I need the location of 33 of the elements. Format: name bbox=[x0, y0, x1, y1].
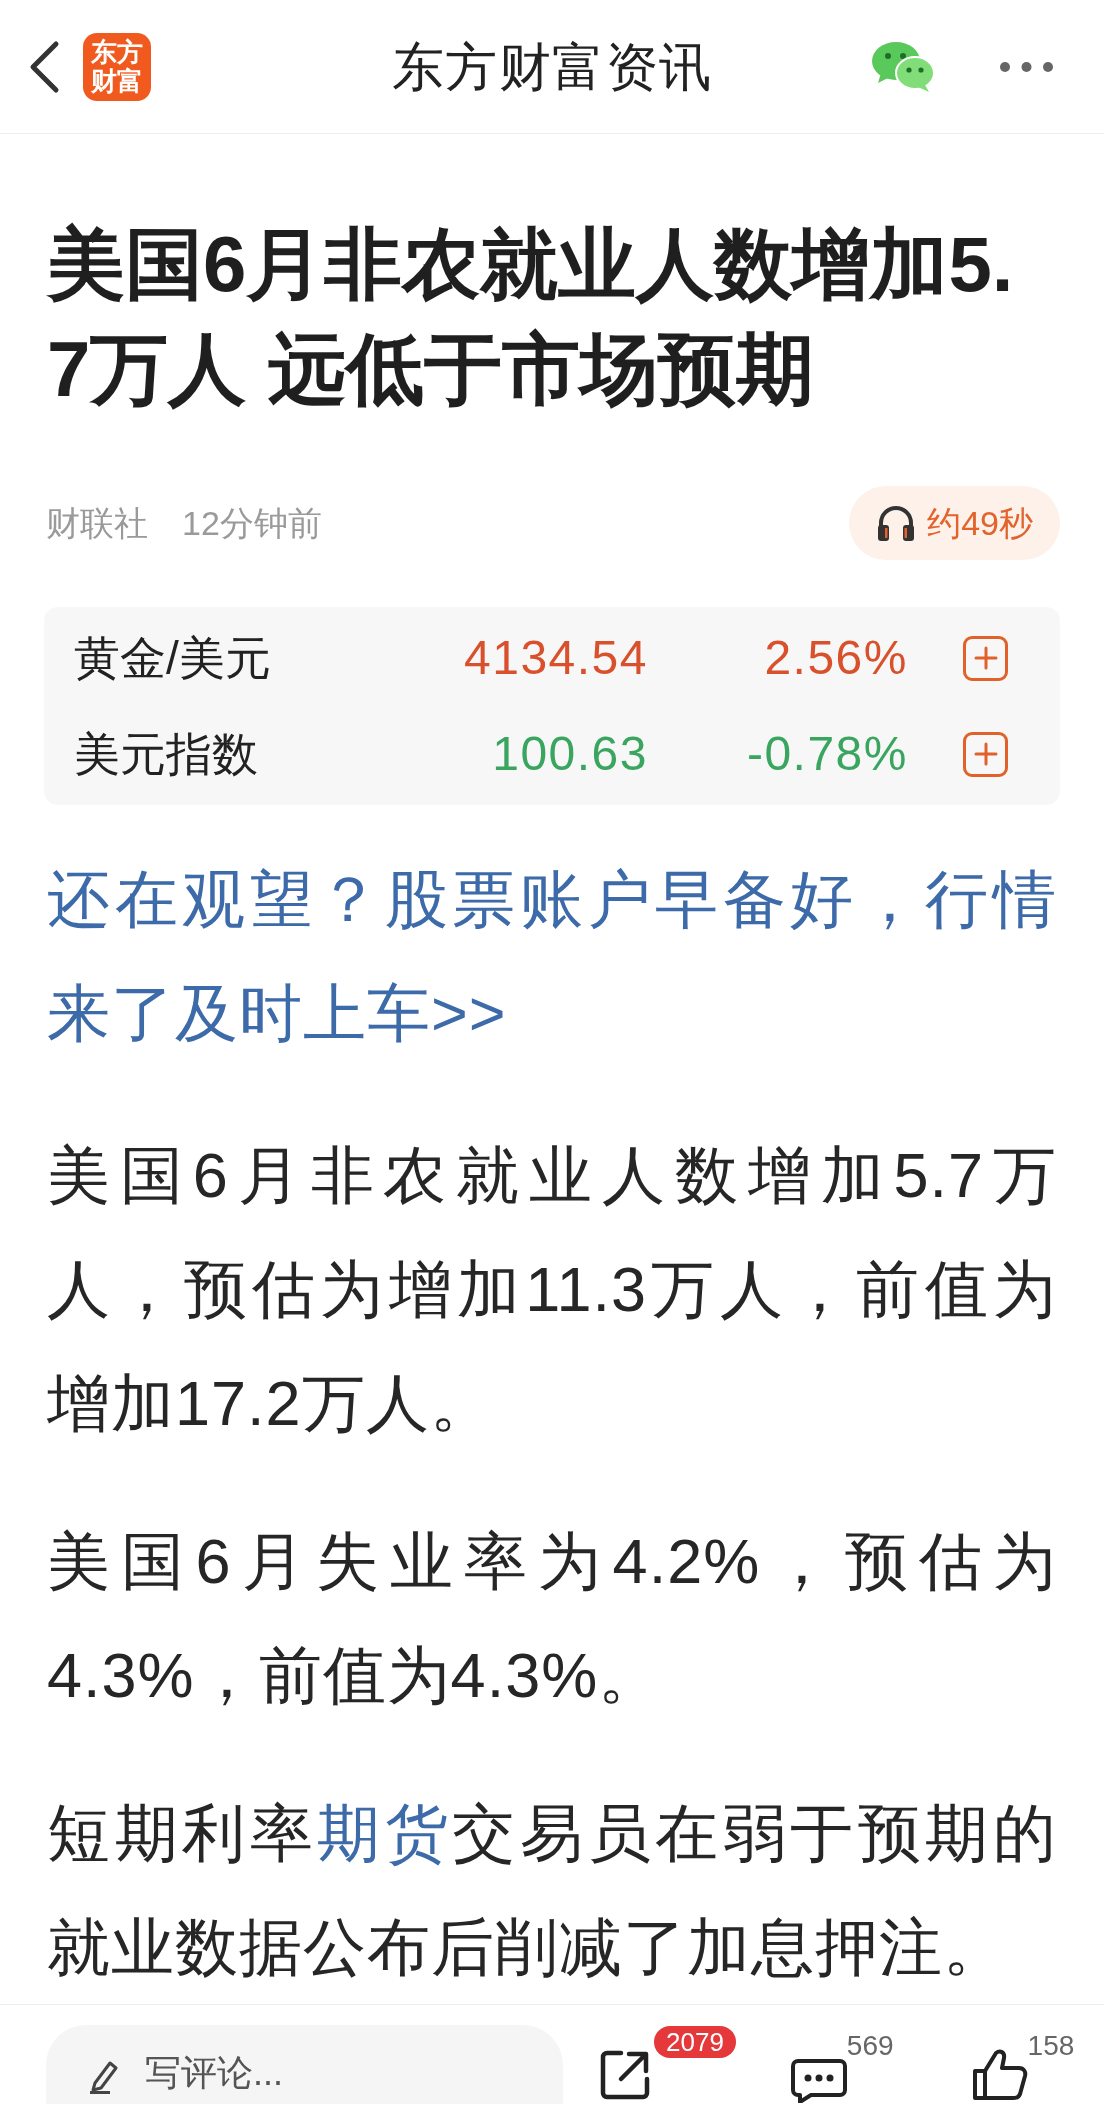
article-paragraph: 美国6月非农就业人数增加5.7万人，预估为增加11.3万人，前值为增加17.2万人。 bbox=[47, 1139, 1057, 1440]
logo-text: 财富 bbox=[91, 66, 143, 96]
promo-link[interactable]: 还在观望？股票账户早备好，行情来了及时上车>> bbox=[47, 842, 1057, 1070]
comment-button[interactable]: 569 bbox=[790, 2035, 894, 2103]
plus-icon bbox=[973, 646, 998, 670]
quote-price: 100.63 bbox=[491, 726, 648, 782]
like-button[interactable]: 158 bbox=[971, 2035, 1075, 2101]
quote-change: -0.78% bbox=[745, 726, 908, 782]
article-paragraph: 美国6月失业率为4.2%，预估为4.3%，前值为4.3%。 bbox=[47, 1525, 1057, 1712]
add-button[interactable] bbox=[963, 731, 1008, 777]
quote-price: 4134.54 bbox=[463, 630, 648, 686]
count-badge: 2079 bbox=[654, 2026, 736, 2058]
article-paragraph: 短期利率期货交易员在弱于预期的就业数据公布后削减了加息押注。 bbox=[47, 1797, 1057, 1984]
quote-name: 黄金/美元 bbox=[74, 630, 272, 686]
add-button[interactable] bbox=[963, 635, 1008, 681]
keyword-link[interactable]: 期货 bbox=[317, 1798, 453, 1868]
quote-name: 美元指数 bbox=[74, 726, 259, 782]
headphones-icon bbox=[876, 505, 917, 541]
comment-icon bbox=[790, 2059, 847, 2103]
more-icon[interactable] bbox=[1000, 61, 1053, 72]
audio-button[interactable]: 约49秒 bbox=[849, 486, 1060, 560]
logo-text: 东方 bbox=[91, 37, 143, 67]
article-source: 财联社 bbox=[46, 502, 148, 544]
share-icon[interactable] bbox=[599, 2049, 651, 2101]
chat-bubbles-icon[interactable] bbox=[871, 40, 935, 93]
plus-icon bbox=[973, 742, 998, 766]
back-icon[interactable] bbox=[28, 39, 60, 94]
thumbs-up-icon bbox=[971, 2049, 1028, 2101]
quote-change: 2.56% bbox=[763, 630, 908, 686]
header-title: 东方财富资讯 bbox=[391, 40, 713, 93]
comment-field[interactable]: 写评论... bbox=[46, 2025, 563, 2104]
article-headline: 美国6月非农就业人数增加5.7万人 远低于市场预期 bbox=[47, 219, 1015, 415]
publish-time: 12分钟前 bbox=[182, 502, 322, 544]
